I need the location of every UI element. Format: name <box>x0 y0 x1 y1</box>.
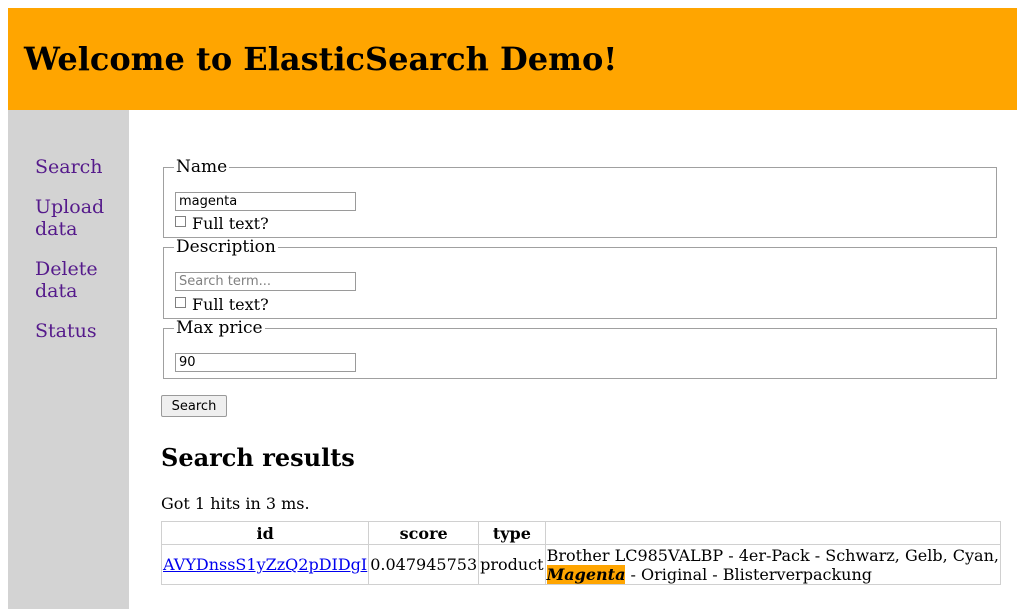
description-fulltext-checkbox[interactable] <box>175 296 186 308</box>
column-header-type: type <box>478 521 546 545</box>
max-price-input[interactable] <box>175 353 356 372</box>
description-fulltext-label: Full text? <box>192 294 269 314</box>
description-text-after: - Original - Blisterverpackung <box>625 564 872 584</box>
page-title: Welcome to ElasticSearch Demo! <box>24 40 618 78</box>
table-row: AVYDnssS1yZzQ2pDIDgI 0.047945753 product… <box>160 544 1002 585</box>
max-price-legend: Max price <box>176 318 263 338</box>
description-highlight: Magenta <box>546 564 626 584</box>
page: Welcome to ElasticSearch Demo! Search Up… <box>8 8 1017 609</box>
max-price-fieldset: Max price <box>163 319 997 379</box>
column-header-description <box>544 521 1002 545</box>
results-table: id score type AVYDnssS1yZzQ2pDIDgI 0.047… <box>160 521 1002 585</box>
site-header: Welcome to ElasticSearch Demo! <box>8 8 1017 110</box>
result-id-link[interactable]: AVYDnssS1yZzQ2pDIDgI <box>163 555 367 574</box>
description-input[interactable] <box>175 272 356 291</box>
hits-summary: Got 1 hits in 3 ms. <box>161 494 310 513</box>
nav-link-upload-data[interactable]: Upload data <box>35 196 120 240</box>
description-fieldset: Description Full text? <box>163 238 997 319</box>
name-legend: Name <box>176 157 228 177</box>
name-fieldset: Name Full text? <box>163 158 997 238</box>
sidebar-nav: Search Upload data Delete data Status <box>8 110 129 609</box>
cell-id: AVYDnssS1yZzQ2pDIDgI <box>160 544 370 585</box>
cell-score: 0.047945753 <box>368 544 480 585</box>
cell-type: product <box>478 544 546 585</box>
column-header-id: id <box>160 521 370 545</box>
nav-link-search[interactable]: Search <box>35 156 120 178</box>
name-fulltext-label: Full text? <box>192 213 269 233</box>
search-button[interactable]: Search <box>161 395 227 417</box>
results-heading: Search results <box>161 443 355 472</box>
results-header-row: id score type <box>160 521 1002 545</box>
description-legend: Description <box>176 237 276 257</box>
description-text-before: Brother LC985VALBP - 4er-Pack - Schwarz,… <box>546 545 999 565</box>
name-input[interactable] <box>175 192 356 211</box>
description-fulltext-row: Full text? <box>175 294 269 314</box>
nav-link-status[interactable]: Status <box>35 320 120 342</box>
column-header-score: score <box>368 521 480 545</box>
name-fulltext-row: Full text? <box>175 213 269 233</box>
name-fulltext-checkbox[interactable] <box>175 215 186 227</box>
cell-description: Brother LC985VALBP - 4er-Pack - Schwarz,… <box>544 544 1002 585</box>
nav-link-delete-data[interactable]: Delete data <box>35 258 120 302</box>
main-content: Name Full text? Description Full text? M… <box>129 110 1017 609</box>
